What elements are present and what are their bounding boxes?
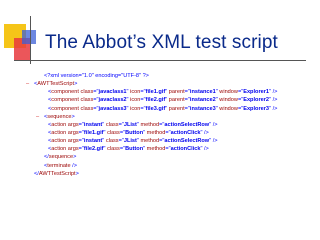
action-args-value: file2.gif bbox=[83, 146, 104, 153]
xml-terminate: <terminate /> bbox=[44, 162, 77, 169]
collapse-toggle-icon[interactable]: – bbox=[26, 80, 34, 88]
xml-root-open[interactable]: – <AWTTestScript> bbox=[26, 80, 316, 88]
root-close-tag: AWTTestScript bbox=[38, 170, 76, 177]
action-method-value: actionClick bbox=[170, 129, 201, 136]
component-class-value: javaclass3 bbox=[98, 105, 127, 112]
xml-declaration: <?xml version="1.0" encoding="UTF-8" ?> bbox=[26, 72, 316, 80]
component-line: <component class="javaclass1" icon="file… bbox=[48, 89, 278, 96]
decor-blue-square bbox=[22, 30, 36, 44]
component-class-value: javaclass2 bbox=[98, 97, 127, 104]
action-line: <action args="file1.gif" class="Button" … bbox=[48, 129, 209, 136]
action-args-value: file1.gif bbox=[83, 129, 104, 136]
terminate-tag: terminate bbox=[47, 162, 71, 169]
component-line: <component class="javaclass3" icon="file… bbox=[48, 105, 278, 112]
action-method-value: actionSelectRow bbox=[164, 121, 210, 128]
action-method-value: actionSelectRow bbox=[164, 138, 210, 145]
action-class-value: Button bbox=[125, 146, 144, 153]
action-line: <action args="instant" class="JList" met… bbox=[48, 138, 218, 145]
component-window-value: Explorer1 bbox=[243, 89, 270, 96]
action-args-value: instant bbox=[83, 121, 103, 128]
component-class-value: javaclass1 bbox=[98, 89, 127, 96]
xml-sequence-close: </sequence> bbox=[44, 154, 77, 161]
component-icon-value: file3.gif bbox=[145, 105, 166, 112]
slide-title: The Abbot’s XML test script bbox=[45, 32, 278, 53]
decor-horizontal-rule bbox=[14, 60, 306, 61]
root-open-tag: AWTTestScript bbox=[37, 81, 75, 88]
collapse-toggle-icon[interactable]: – bbox=[36, 113, 44, 121]
component-window-value: Explorer2 bbox=[243, 97, 270, 104]
component-icon-value: file1.gif bbox=[145, 89, 166, 96]
xml-sequence-open[interactable]: – <sequence> bbox=[26, 113, 316, 121]
action-line: <action args="instant" class="JList" met… bbox=[48, 121, 218, 128]
action-class-value: JList bbox=[123, 121, 137, 128]
sequence-close-tag: sequence bbox=[48, 154, 74, 161]
action-class-value: JList bbox=[123, 138, 137, 145]
action-line: <action args="file2.gif" class="Button" … bbox=[48, 146, 209, 153]
component-parent-value: instance2 bbox=[189, 97, 216, 104]
action-method-value: actionClick bbox=[170, 146, 201, 153]
component-line: <component class="javaclass2" icon="file… bbox=[48, 97, 278, 104]
component-parent-value: instance1 bbox=[189, 89, 216, 96]
xml-listing: <?xml version="1.0" encoding="UTF-8" ?> –… bbox=[26, 72, 316, 178]
component-parent-value: instance3 bbox=[189, 105, 216, 112]
component-icon-value: file2.gif bbox=[145, 97, 166, 104]
xml-declaration-text: <?xml version="1.0" encoding="UTF-8" ?> bbox=[44, 73, 149, 79]
sequence-open-tag: sequence bbox=[47, 113, 72, 120]
component-window-value: Explorer3 bbox=[243, 105, 270, 112]
action-class-value: Button bbox=[125, 129, 144, 136]
xml-root-close: </AWTTestScript> bbox=[34, 170, 79, 177]
action-args-value: instant bbox=[83, 138, 103, 145]
decor-vertical-line bbox=[30, 16, 31, 64]
